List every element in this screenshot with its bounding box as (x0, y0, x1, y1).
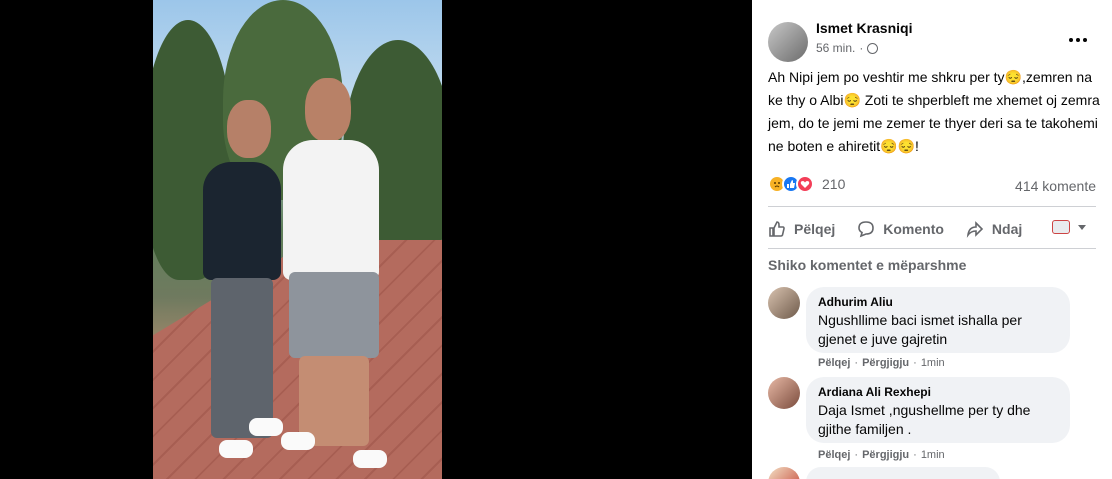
separator: · (854, 357, 859, 369)
photo-viewer (0, 0, 752, 479)
person-right-torso (283, 140, 379, 280)
dot-icon (1083, 38, 1087, 42)
commenter-name[interactable]: Ardiana Ali Rexhepi (818, 384, 1058, 400)
comment-item: Ardiana Ali Rexhepi Daja Ismet ,ngushell… (768, 377, 1098, 467)
separator: · (854, 449, 859, 461)
comment-icon (858, 221, 875, 238)
love-reaction-icon (796, 175, 814, 193)
comment-label: Komento (883, 221, 944, 237)
separator: · (913, 357, 917, 369)
like-button[interactable]: Pëlqej (768, 220, 835, 238)
chevron-down-icon (1078, 224, 1086, 230)
shoe (281, 432, 315, 450)
comment-time[interactable]: 1min (921, 449, 945, 461)
person-left-legs (211, 278, 273, 438)
shoe (219, 440, 253, 458)
share-button[interactable]: Ndaj (966, 220, 1022, 238)
post-meta: 56 min. · (816, 41, 879, 55)
dot-icon (1069, 38, 1073, 42)
comment-time[interactable]: 1min (921, 357, 945, 369)
person-left-torso (203, 162, 281, 280)
post-actions: Pëlqej Komento Ndaj (768, 214, 1096, 244)
reaction-count: 210 (822, 176, 846, 192)
comment-reply-link[interactable]: Përgjigju (862, 357, 909, 369)
like-label: Pëlqej (794, 221, 836, 237)
comment-bubble: Ardiana Ali Rexhepi Daja Ismet ,ngushell… (806, 377, 1070, 443)
separator: · (913, 449, 917, 461)
dot-icon (1076, 38, 1080, 42)
reactions-summary[interactable]: 210 (768, 175, 845, 193)
comment-like-link[interactable]: Pëlqej (818, 449, 850, 461)
person-right-shorts (289, 272, 379, 358)
comment-item: Adhurim Aliu Ngushllime baci ismet ishal… (768, 287, 1098, 377)
comment-count[interactable]: 414 komente (1015, 178, 1096, 194)
globe-icon (867, 42, 879, 54)
view-previous-comments-link[interactable]: Shiko komentet e mëparshme (768, 257, 966, 273)
comment-bubble (806, 467, 1000, 479)
audience-selector[interactable] (1052, 220, 1086, 234)
divider (768, 248, 1096, 249)
person-left-head (227, 100, 271, 158)
author-avatar[interactable] (768, 22, 808, 62)
comment-button[interactable]: Komento (857, 220, 944, 238)
person-right-head (305, 78, 351, 142)
comment-bubble: Adhurim Aliu Ngushllime baci ismet ishal… (806, 287, 1070, 353)
shoe (353, 450, 387, 468)
commenter-name[interactable]: Adhurim Aliu (818, 294, 1058, 310)
comment-actions: Pëlqej · Përgjigju · 1min (818, 357, 945, 369)
shoe (249, 418, 283, 436)
dot-separator: · (859, 41, 864, 55)
commenter-avatar[interactable] (768, 287, 800, 319)
comment-text: Daja Ismet ,ngushellme per ty dhe gjithe… (818, 402, 1031, 437)
page-avatar-icon (1052, 220, 1070, 234)
comment-like-link[interactable]: Pëlqej (818, 357, 850, 369)
commenter-avatar[interactable] (768, 377, 800, 409)
share-arrow-icon (966, 221, 984, 238)
share-label: Ndaj (991, 221, 1023, 237)
comment-text: Ngushllime baci ismet ishalla per gjenet… (818, 312, 1022, 347)
author-name[interactable]: Ismet Krasniqi (816, 20, 912, 36)
comment-actions: Pëlqej · Përgjigju · 1min (818, 449, 945, 461)
post-photo[interactable] (153, 0, 442, 479)
comment-reply-link[interactable]: Përgjigju (862, 449, 909, 461)
more-options-button[interactable] (1062, 24, 1094, 56)
thumbs-up-icon (769, 221, 785, 237)
post-time[interactable]: 56 min. (816, 41, 855, 55)
divider (768, 206, 1096, 207)
post-text: Ah Nipi jem po veshtir me shkru per ty😔,… (768, 69, 1100, 154)
